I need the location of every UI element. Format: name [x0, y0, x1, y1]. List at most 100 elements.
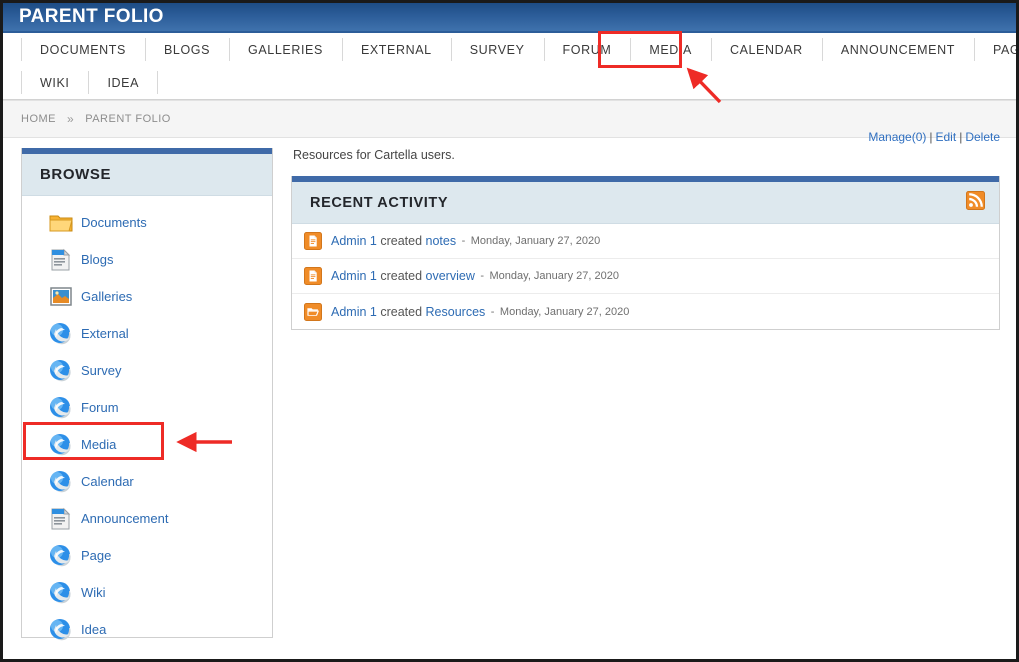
page-icon — [304, 267, 322, 285]
breadcrumb-home[interactable]: HOME — [21, 113, 56, 125]
rss-icon[interactable] — [966, 191, 985, 214]
sidebar-item-forum[interactable]: Forum — [22, 389, 272, 426]
document-icon — [48, 247, 74, 273]
tab-label: FORUM — [562, 42, 612, 57]
sidebar-item-announcement[interactable]: Announcement — [22, 500, 272, 537]
globe-icon — [48, 580, 74, 606]
action-links: Manage(0) | Edit | Delete — [868, 130, 1000, 144]
sidebar-item-blogs[interactable]: Blogs — [22, 241, 272, 278]
folio-description: Resources for Cartella users. — [293, 148, 455, 162]
sidebar-item-galleries[interactable]: Galleries — [22, 278, 272, 315]
tab-wiki[interactable]: WIKI — [21, 66, 88, 99]
tab-label: BLOGS — [163, 42, 211, 57]
sidebar-item-label: Calendar — [81, 474, 134, 489]
tab-page[interactable]: PAGE — [973, 33, 1016, 66]
tab-label: ANNOUNCEMENT — [840, 42, 955, 57]
tab-label: IDEA — [107, 75, 140, 90]
tab-label: CALENDAR — [729, 42, 803, 57]
sidebar-item-label: Survey — [81, 363, 122, 378]
edit-link[interactable]: Edit — [936, 130, 957, 144]
tab-idea[interactable]: IDEA — [88, 66, 158, 99]
globe-icon — [48, 469, 74, 495]
link-divider: | — [959, 130, 963, 144]
activity-actor[interactable]: Admin 1 — [331, 234, 377, 248]
open-folder-icon — [304, 302, 322, 321]
activity-date: Monday, January 27, 2020 — [499, 305, 630, 318]
sidebar-item-label: Galleries — [81, 289, 133, 304]
activity-row[interactable]: Admin 1 created overview - Monday, Janua… — [292, 259, 999, 294]
sidebar-item-label: Idea — [81, 622, 107, 637]
page-title: PARENT FOLIO — [19, 6, 164, 27]
link-divider: | — [929, 130, 933, 144]
tab-galleries[interactable]: GALLERIES — [229, 33, 342, 66]
sidebar-item-label: Forum — [81, 400, 119, 415]
tab-media[interactable]: MEDIA — [630, 33, 711, 66]
sidebar-item-label: Media — [81, 437, 117, 452]
manage-link[interactable]: Manage(0) — [868, 130, 926, 144]
tab-label: GALLERIES — [248, 42, 323, 57]
tab-label: MEDIA — [649, 42, 692, 57]
browse-list: Documents Blogs Galleries External Surve… — [22, 196, 272, 656]
activity-date: Monday, January 27, 2020 — [489, 270, 619, 282]
image-icon — [48, 284, 74, 310]
browse-panel: BROWSE Documents Blogs Galleries Externa… — [21, 148, 273, 640]
tab-calendar[interactable]: CALENDAR — [710, 33, 822, 66]
sidebar-item-label: Announcement — [81, 511, 169, 526]
breadcrumb-separator: » — [67, 112, 75, 126]
sidebar-item-idea[interactable]: Idea — [22, 611, 272, 648]
globe-icon — [48, 432, 74, 458]
tab-documents[interactable]: DOCUMENTS — [21, 33, 145, 66]
activity-actor[interactable]: Admin 1 — [331, 305, 377, 319]
tab-blogs[interactable]: BLOGS — [144, 33, 229, 66]
sidebar-item-survey[interactable]: Survey — [22, 352, 272, 389]
activity-target[interactable]: overview — [426, 269, 475, 283]
sidebar-item-label: Page — [81, 548, 112, 563]
sidebar-item-label: Wiki — [81, 585, 106, 600]
activity-row[interactable]: Admin 1 created Resources - Monday, Janu… — [292, 294, 999, 329]
activity-date: Monday, January 27, 2020 — [470, 235, 601, 247]
activity-dash: - — [461, 235, 466, 247]
activity-target[interactable]: Resources — [426, 305, 486, 319]
activity-row[interactable]: Admin 1 created notes - Monday, January … — [292, 224, 999, 259]
tab-label: SURVEY — [469, 42, 525, 57]
tab-survey[interactable]: SURVEY — [450, 33, 544, 66]
activity-target[interactable]: notes — [426, 234, 457, 248]
browse-panel-header: BROWSE — [22, 154, 272, 196]
tab-label: PAGE — [992, 42, 1016, 57]
breadcrumb: HOME » PARENT FOLIO — [3, 100, 1016, 138]
activity-verb: created — [380, 269, 423, 283]
globe-icon — [48, 321, 74, 347]
tab-external[interactable]: EXTERNAL — [341, 33, 451, 66]
sidebar-item-page[interactable]: Page — [22, 537, 272, 574]
activity-verb: created — [380, 234, 423, 248]
activity-dash: - — [490, 305, 495, 318]
main-nav-tabs: DOCUMENTS BLOGS GALLERIES EXTERNAL SURVE… — [3, 33, 1016, 100]
content-area: BROWSE Documents Blogs Galleries Externa… — [3, 130, 1016, 640]
tab-label: DOCUMENTS — [40, 42, 126, 57]
app-window: PARENT FOLIO DOCUMENTS BLOGS GALLERIES E… — [0, 0, 1019, 662]
sidebar-item-wiki[interactable]: Wiki — [22, 574, 272, 611]
activity-verb: created — [380, 304, 423, 319]
activity-dash: - — [480, 270, 485, 282]
document-icon — [48, 506, 74, 532]
tab-forum[interactable]: FORUM — [543, 33, 631, 66]
recent-activity-header: RECENT ACTIVITY — [292, 182, 999, 224]
tab-label: WIKI — [40, 75, 70, 90]
sidebar-item-media[interactable]: Media — [22, 426, 272, 463]
nav-tab-row-2: WIKI IDEA — [21, 66, 1016, 99]
globe-icon — [48, 358, 74, 384]
delete-link[interactable]: Delete — [965, 130, 1000, 144]
sidebar-item-label: Blogs — [81, 252, 114, 267]
sidebar-item-external[interactable]: External — [22, 315, 272, 352]
activity-actor[interactable]: Admin 1 — [331, 269, 377, 283]
sidebar-item-label: External — [81, 326, 129, 341]
tab-label: EXTERNAL — [360, 42, 432, 57]
title-bar: PARENT FOLIO — [3, 3, 1016, 33]
globe-icon — [48, 543, 74, 569]
nav-tab-row-1: DOCUMENTS BLOGS GALLERIES EXTERNAL SURVE… — [21, 33, 1016, 66]
tab-announcement[interactable]: ANNOUNCEMENT — [821, 33, 974, 66]
sidebar-item-documents[interactable]: Documents — [22, 204, 272, 241]
globe-icon — [48, 395, 74, 421]
breadcrumb-current: PARENT FOLIO — [85, 113, 171, 125]
sidebar-item-calendar[interactable]: Calendar — [22, 463, 272, 500]
